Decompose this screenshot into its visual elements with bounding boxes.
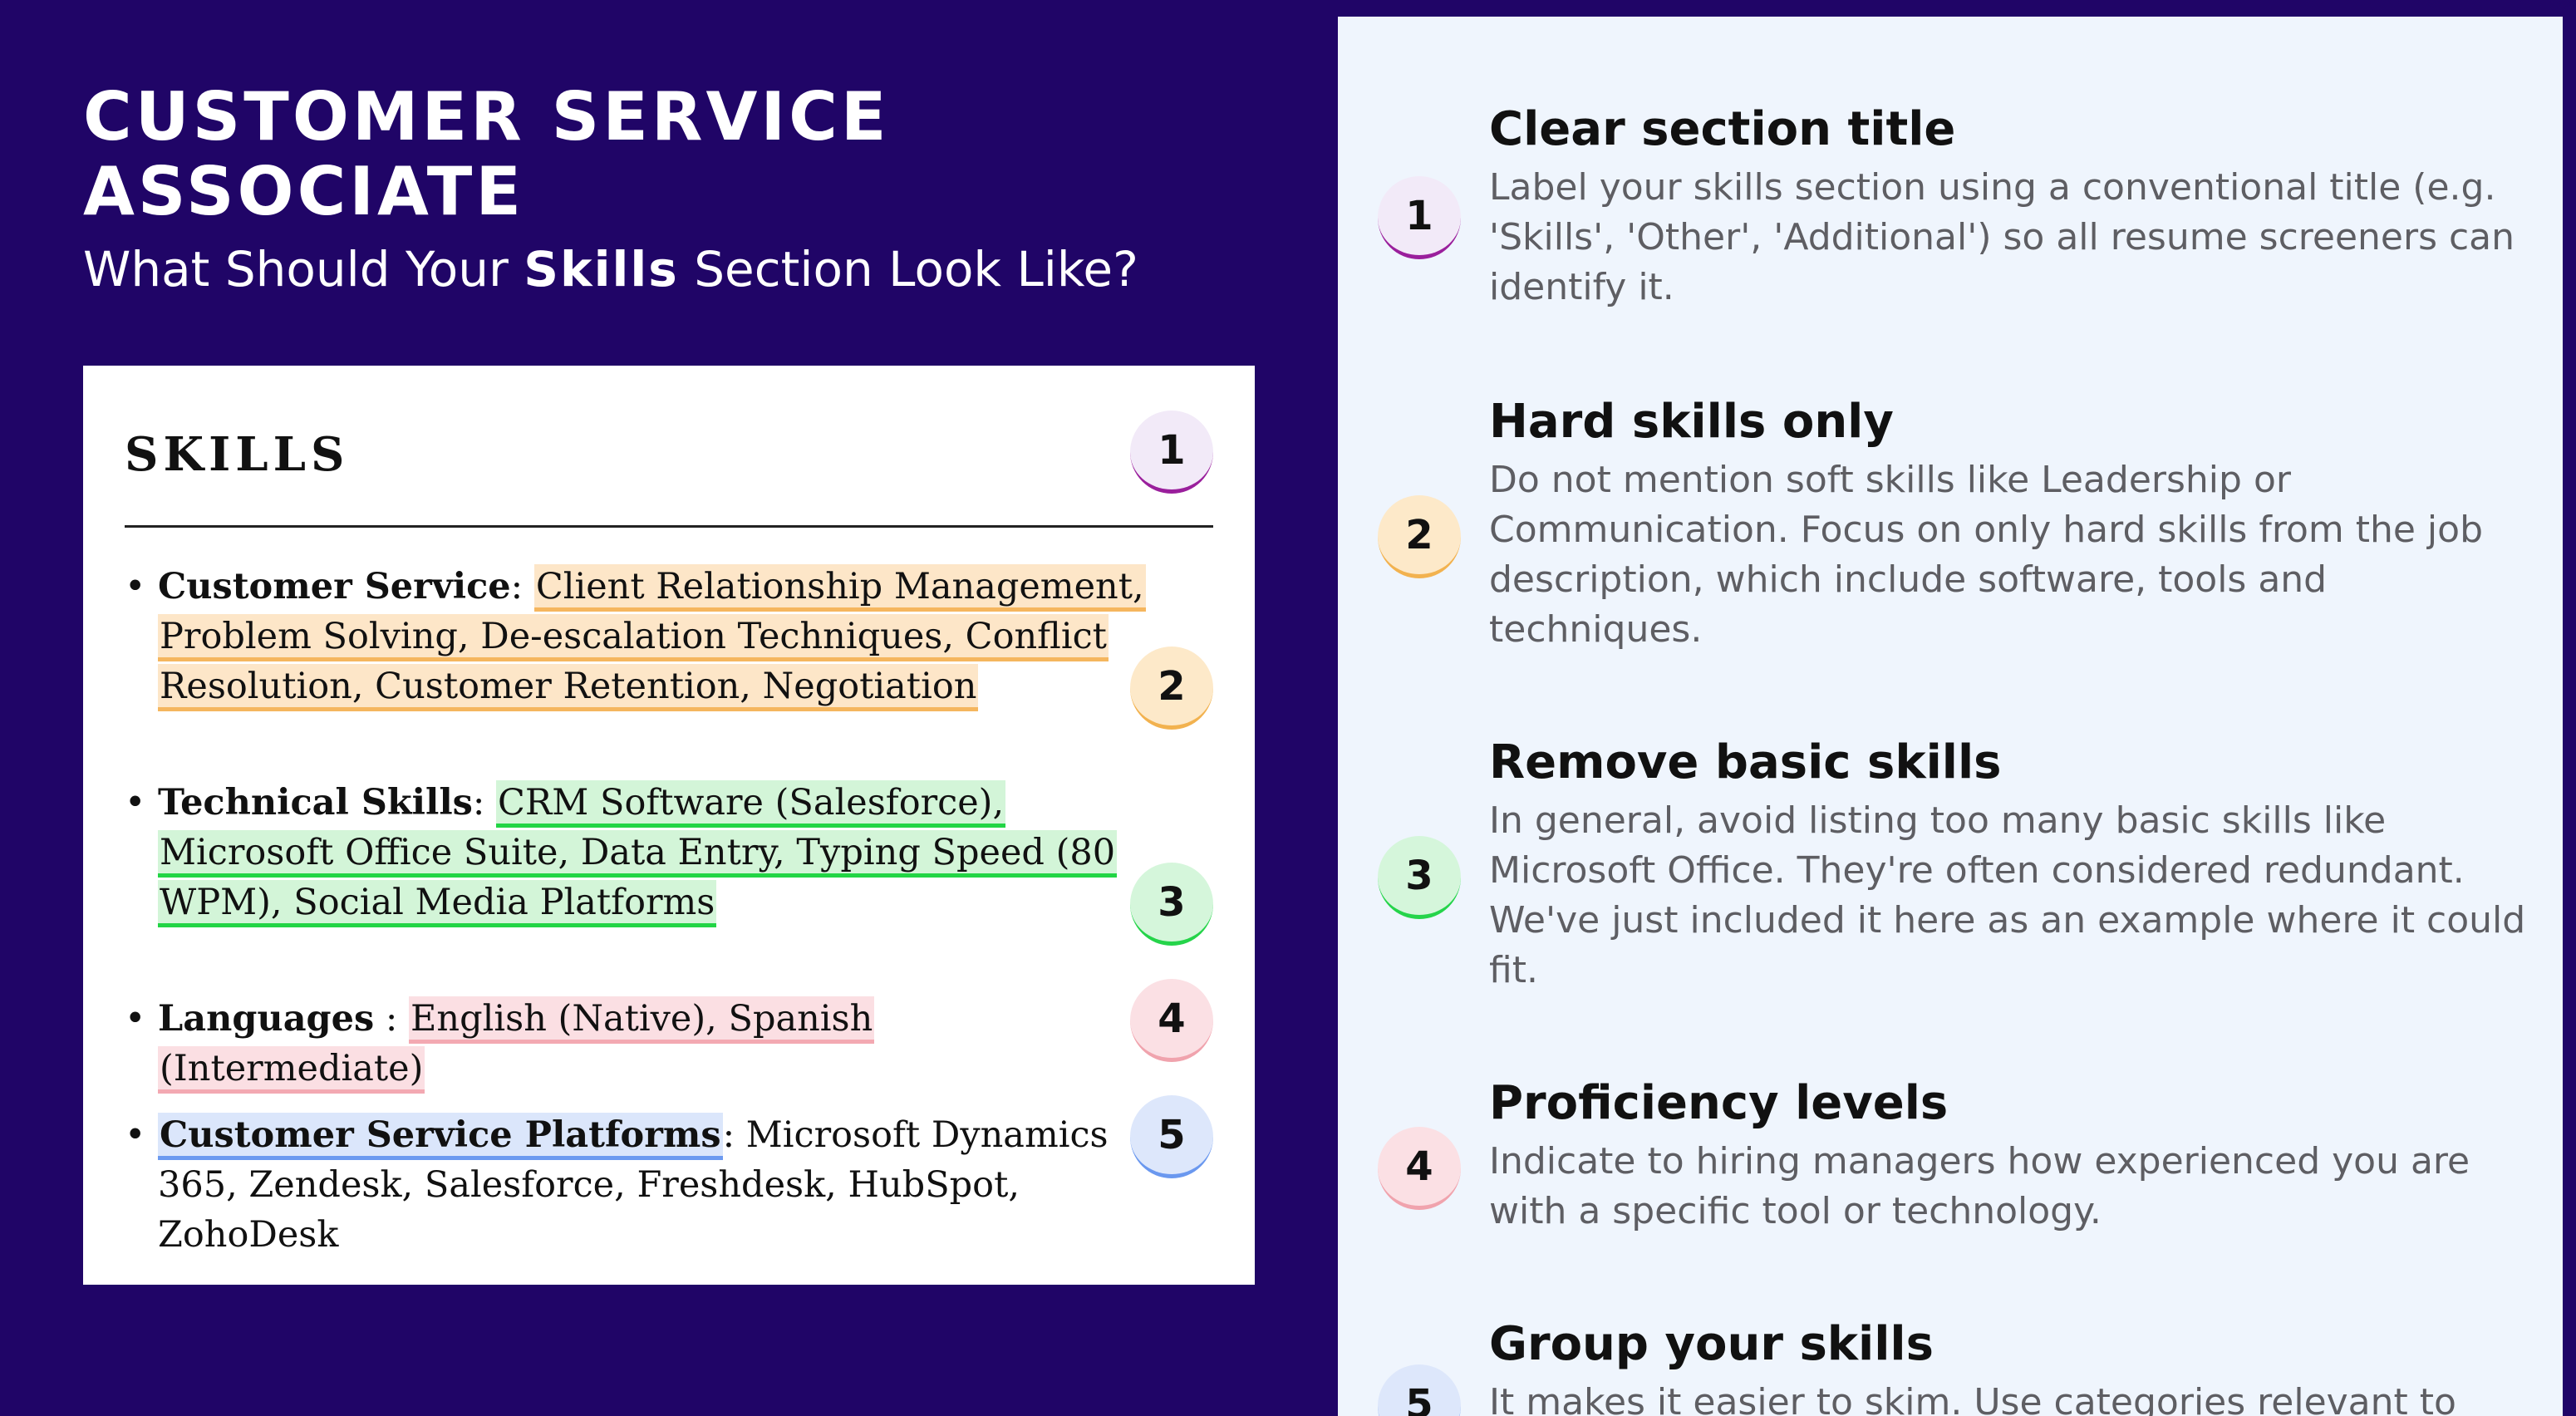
- tip-description: Label your skills section using a conven…: [1489, 166, 2515, 308]
- skill-category: Languages: [158, 998, 375, 1040]
- tip-number-badge: 3: [1378, 836, 1461, 919]
- job-title: CUSTOMER SERVICE ASSOCIATE: [83, 78, 890, 230]
- subtitle-prefix: What Should Your: [83, 241, 524, 297]
- page-subtitle: What Should Your Skills Section Look Lik…: [83, 238, 1313, 301]
- tip-number-badge: 2: [1378, 495, 1461, 578]
- skill-number-badge: 3: [1130, 863, 1213, 946]
- skill-item-technical: • Technical Skills: CRM Software (Salesfo…: [125, 778, 1147, 927]
- tips-panel: 1 Clear section title Label your skills …: [1338, 17, 2563, 1416]
- resume-skills-card: SKILLS 1 • Customer Service: Client Relat…: [83, 366, 1255, 1285]
- skill-item-customer-service: • Customer Service: Client Relationship M…: [125, 562, 1147, 711]
- tip-number-badge: 4: [1378, 1127, 1461, 1210]
- subtitle-suffix: Section Look Like?: [678, 241, 1138, 297]
- tip-description: It makes it easier to skim. Use categori…: [1489, 1381, 2456, 1416]
- tip-title: Clear section title: [1489, 102, 1956, 156]
- tip-title: Hard skills only: [1489, 395, 1894, 449]
- bullet: •: [125, 782, 146, 824]
- tip-description: Do not mention soft skills like Leadersh…: [1489, 459, 2483, 651]
- skill-separator: :: [510, 566, 534, 607]
- tip-title: Remove basic skills: [1489, 735, 2002, 789]
- skills-section-heading: SKILLS: [125, 427, 350, 482]
- tip-description: Indicate to hiring managers how experien…: [1489, 1140, 2470, 1232]
- tip-description: In general, avoid listing too many basic…: [1489, 799, 2526, 991]
- tip-title: Proficiency levels: [1489, 1076, 1949, 1130]
- skill-separator: :: [374, 998, 410, 1040]
- skill-number-badge: 5: [1130, 1095, 1213, 1178]
- heading-divider: [125, 525, 1213, 528]
- subtitle-emphasis: Skills: [524, 241, 679, 297]
- bullet: •: [125, 1114, 146, 1156]
- skill-category: Technical Skills: [158, 782, 473, 824]
- tip-title: Group your skills: [1489, 1317, 1934, 1371]
- bullet: •: [125, 998, 146, 1040]
- skill-separator: :: [472, 782, 497, 824]
- skill-category: Customer Service Platforms: [158, 1113, 723, 1160]
- skill-number-badge: 4: [1130, 979, 1213, 1062]
- tip-number-badge: 1: [1378, 176, 1461, 259]
- skill-category: Customer Service: [158, 566, 511, 607]
- heading-number-badge: 1: [1130, 411, 1213, 494]
- skill-item-cs-platforms: • Customer Service Platforms: Microsoft D…: [125, 1110, 1147, 1260]
- skill-number-badge: 2: [1130, 647, 1213, 730]
- skill-separator: :: [722, 1114, 746, 1156]
- tip-number-badge: 5: [1378, 1364, 1461, 1416]
- bullet: •: [125, 566, 146, 607]
- skill-item-languages: • Languages : English (Native), Spanish (…: [125, 994, 1147, 1094]
